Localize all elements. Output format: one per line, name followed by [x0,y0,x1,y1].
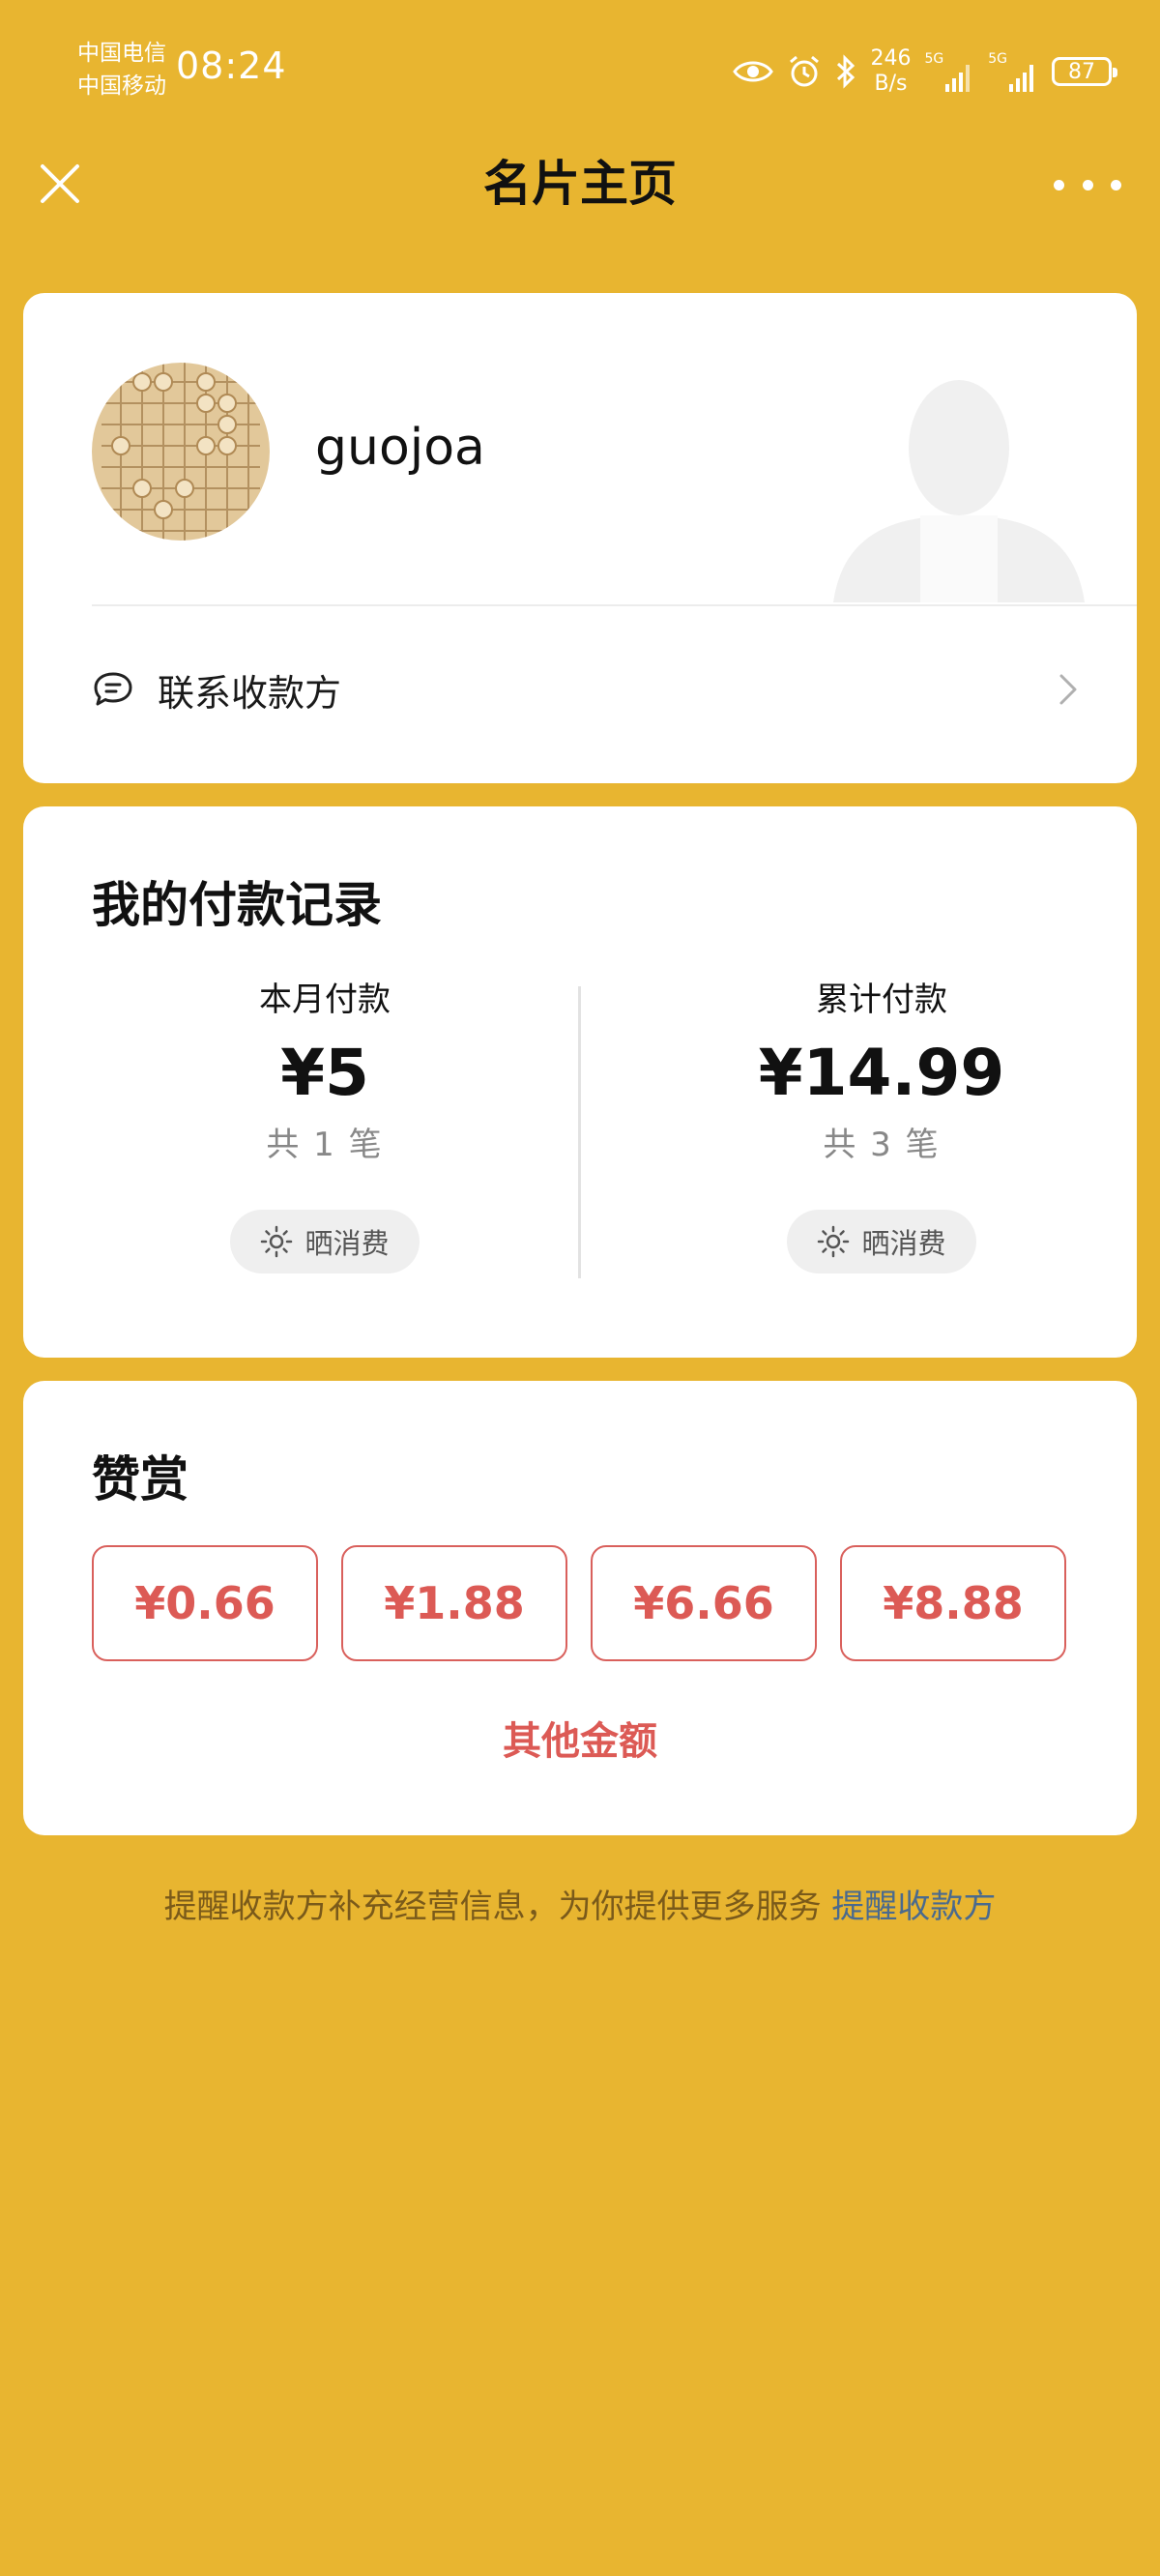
sun-icon [261,1225,293,1258]
signal-2: 5G [988,51,1038,92]
total-amount: ¥14.99 [758,1036,1005,1110]
status-icons: 246 B/s 5G 5G 87 [733,43,1117,101]
column-divider [578,986,581,1278]
contact-payee-label: 联系收款方 [158,671,342,715]
person-silhouette-icon [833,380,1085,602]
share-spending-label: 晒消费 [304,1227,390,1260]
status-bar: 中国电信 中国移动 08:24 246 B/s 5G 5G 87 [0,0,1160,135]
payment-record-card: 我的付款记录 本月付款 ¥5 共 1 笔 晒消费 累计付款 ¥14.99 共 3… [23,806,1137,1358]
reward-amount-button[interactable]: ¥1.88 [341,1545,567,1661]
reward-amount-button[interactable]: ¥0.66 [92,1545,318,1661]
carrier-2: 中国移动 [77,73,166,99]
profile-card: guojoa 联系收款方 [23,293,1137,783]
more-dot-icon [1111,179,1121,190]
eye-icon [733,61,774,82]
footer-note-text: 提醒收款方补充经营信息，为你提供更多服务 [163,1888,822,1926]
battery-indicator: 87 [1052,57,1117,86]
reward-title: 赞赏 [92,1451,188,1508]
divider [92,604,1137,606]
this-month-amount: ¥5 [280,1036,369,1110]
clock: 08:24 [176,44,287,87]
network-speed: 246 B/s [870,46,911,97]
username: guojoa [315,419,485,477]
signal-1-label: 5G [924,51,944,67]
contact-payee-row[interactable]: 联系收款方 [92,612,1079,767]
share-spending-button[interactable]: 晒消费 [230,1210,420,1273]
this-month-count: 共 1 笔 [266,1126,384,1164]
net-speed-unit: B/s [874,72,908,96]
sun-icon [818,1225,850,1258]
this-month-payment: 本月付款 ¥5 共 1 笔 晒消费 [151,973,499,1273]
reward-amount-button[interactable]: ¥6.66 [591,1545,817,1661]
carrier-info: 中国电信 中国移动 [77,37,166,102]
avatar[interactable] [92,363,270,541]
net-speed-value: 246 [870,46,912,71]
alarm-icon [790,55,820,87]
signal-1: 5G [924,51,974,92]
reward-card: 赞赏 ¥0.66 ¥1.88 ¥6.66 ¥8.88 其他金额 [23,1381,1137,1835]
total-payment: 累计付款 ¥14.99 共 3 笔 晒消费 [708,973,1056,1273]
total-count: 共 3 笔 [823,1126,941,1164]
page-title: 名片主页 [483,156,677,212]
signal-bars-icon [945,65,971,92]
share-spending-label: 晒消费 [861,1227,946,1260]
bluetooth-icon [837,54,856,89]
signal-2-label: 5G [988,51,1007,67]
payment-record-title: 我的付款记录 [92,877,382,933]
remind-payee-link[interactable]: 提醒收款方 [831,1888,996,1926]
this-month-label: 本月付款 [259,981,391,1019]
reward-amount-button[interactable]: ¥8.88 [840,1545,1066,1661]
more-dot-icon [1082,179,1093,190]
footer-note: 提醒收款方补充经营信息，为你提供更多服务 提醒收款方 [0,1880,1160,1927]
carrier-1: 中国电信 [77,41,166,66]
reward-amount-row: ¥0.66 ¥1.88 ¥6.66 ¥8.88 [92,1545,1066,1661]
other-amount-link[interactable]: 其他金额 [23,1710,1137,1766]
chevron-right-icon [1059,674,1077,705]
more-dot-icon [1054,179,1064,190]
nav-bar: 名片主页 [0,135,1160,242]
share-spending-button[interactable]: 晒消费 [787,1210,976,1273]
chat-bubble-icon [94,672,132,706]
chess-board-avatar-image [92,363,270,541]
total-label: 累计付款 [816,981,947,1019]
more-button[interactable] [1054,170,1121,199]
signal-bars-icon [1009,65,1033,92]
